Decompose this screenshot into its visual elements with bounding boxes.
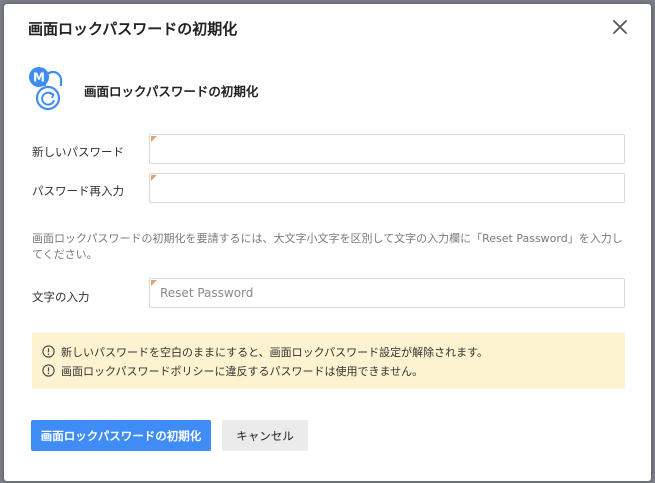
confirm-password-label: パスワード再入力 [32,184,124,198]
new-password-field[interactable] [149,134,625,164]
notice-text: 新しいパスワードを空白のままにすると、画面ロックパスワード設定が解除されます。 [61,345,489,359]
dialog-header: M 画面ロックパスワードの初期化 [26,64,626,114]
confirm-password-field[interactable] [149,173,625,203]
reset-password-button[interactable]: 画面ロックパスワードの初期化 [31,420,211,451]
required-marker [151,175,157,181]
info-circle-icon [42,364,55,377]
phrase-field[interactable] [149,278,625,308]
badge-letter: M [33,71,45,85]
phrase-label: 文字の入力 [32,290,90,304]
reset-lock-password-dialog: 画面ロックパスワードの初期化 M 画面ロックパスワードの初期化 新しいパスワード… [4,4,651,481]
close-button[interactable] [609,16,631,38]
header-title: 画面ロックパスワードの初期化 [84,84,259,99]
new-password-input[interactable] [150,135,624,163]
notice-box: 新しいパスワードを空白のままにすると、画面ロックパスワード設定が解除されます。 … [32,333,625,389]
notice-text: 画面ロックパスワードポリシーに違反するパスワードは使用できません。 [61,364,424,378]
dialog-title: 画面ロックパスワードの初期化 [28,20,238,38]
phrase-input[interactable] [150,279,624,307]
dialog-title-bar: 画面ロックパスワードの初期化 [4,4,651,54]
required-marker [151,280,157,286]
instruction-text: 画面ロックパスワードの初期化を要請するには、大文字小文字を区別して文字の入力欄に… [32,232,623,261]
close-icon [613,20,627,34]
notice-item: 新しいパスワードを空白のままにすると、画面ロックパスワード設定が解除されます。 [42,342,615,361]
required-marker [151,136,157,142]
lock-reset-icon: M [29,67,63,111]
new-password-label: 新しいパスワード [32,145,124,159]
cancel-button[interactable]: キャンセル [222,420,308,451]
info-circle-icon [42,345,55,358]
confirm-password-input[interactable] [150,174,624,202]
notice-item: 画面ロックパスワードポリシーに違反するパスワードは使用できません。 [42,361,615,380]
